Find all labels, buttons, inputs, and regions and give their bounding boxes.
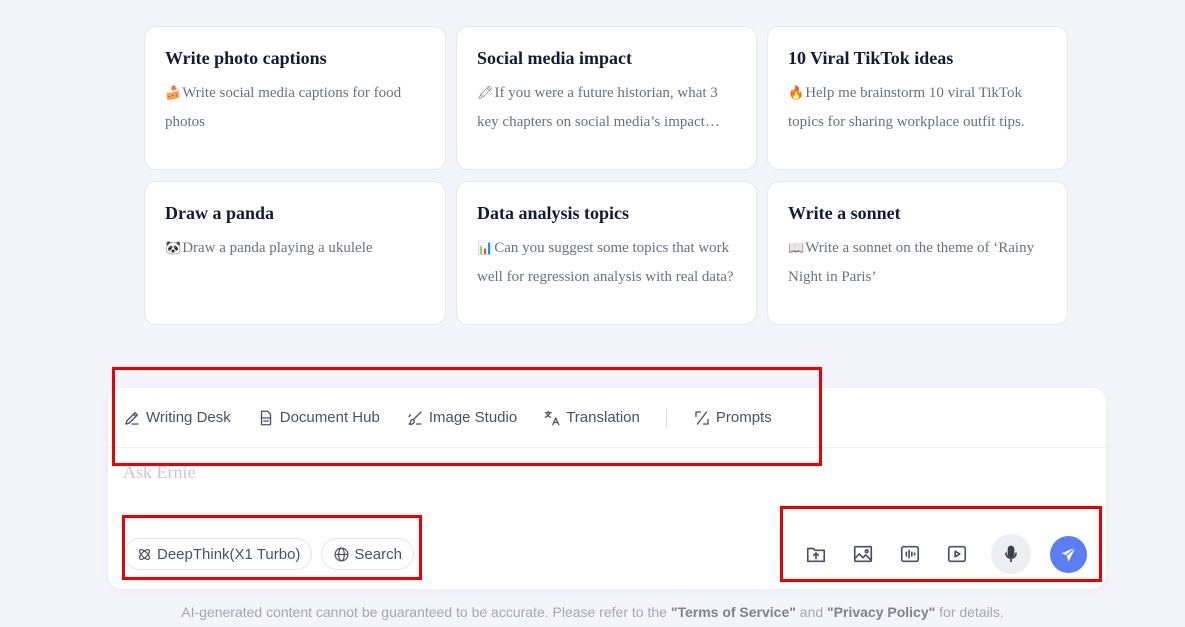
suggestion-card-tiktok-ideas[interactable]: 10 Viral TikTok ideas 🔥Help me brainstor… [767,26,1068,170]
suggestion-card-draw-panda[interactable]: Draw a panda 🐼Draw a panda playing a uku… [144,181,446,325]
privacy-policy-link[interactable]: "Privacy Policy" [827,604,935,620]
card-title: Write a sonnet [788,203,901,223]
cake-icon: 🍰 [165,86,182,101]
suggestion-card-social-media-impact[interactable]: Social media impact 🖍If you were a futur… [456,26,757,170]
disclaimer-tail: for details. [935,604,1004,620]
translate-icon [544,410,560,425]
card-text: Help me brainstorm 10 viral TikTok topic… [788,85,1025,130]
disclaimer-text: AI-generated content cannot be guarantee… [181,604,671,620]
card-text: Can you suggest some topics that work we… [477,240,734,285]
document-hub-button[interactable]: Document Hub [257,404,380,432]
card-title: 10 Viral TikTok ideas [788,48,954,68]
prompts-button[interactable]: Prompts [693,404,772,432]
pen-icon [125,411,139,425]
audio-wave-icon [900,545,920,563]
document-hub-label: Document Hub [279,409,380,426]
bar-chart-icon: 📊 [477,241,494,256]
suggestion-cards: Write photo captions 🍰Write social media… [144,26,1069,325]
suggestion-card-sonnet[interactable]: Write a sonnet 📖Write a sonnet on the th… [767,181,1068,325]
card-text: If you were a future historian, what 3 k… [477,85,718,130]
video-button[interactable] [944,541,970,567]
prompts-label: Prompts [715,409,772,426]
mode-buttons: DeepThink(X1 Turbo) Search [124,538,423,570]
translation-label: Translation [566,409,640,426]
card-text: Draw a panda playing a ukulele [182,240,373,256]
card-text: Write social media captions for food pho… [165,85,402,130]
microphone-button[interactable] [991,534,1031,574]
translation-button[interactable]: Translation [543,404,640,432]
image-studio-button[interactable]: Image Studio [406,404,517,432]
send-icon [1061,546,1077,562]
card-description: 🍰Write social media captions for food ph… [165,79,425,136]
microphone-icon [1005,545,1017,563]
image-studio-label: Image Studio [428,409,518,426]
terms-of-service-link[interactable]: "Terms of Service" [671,604,796,620]
disclaimer: AI-generated content cannot be guarantee… [0,604,1185,620]
upload-image-button[interactable] [850,541,876,567]
deepthink-button[interactable]: DeepThink(X1 Turbo) [124,538,313,570]
deepthink-icon [138,548,151,560]
deepthink-label: DeepThink(X1 Turbo) [157,545,301,563]
disclaimer-and: and [795,604,828,620]
send-button[interactable] [1050,535,1087,573]
action-buttons [803,534,1087,574]
card-description: 📊Can you suggest some topics that work w… [477,234,736,291]
card-description: 📖Write a sonnet on the theme of ‘Rainy N… [788,234,1047,291]
upload-file-icon [806,547,826,563]
brush-icon [408,410,422,425]
card-text: Write a sonnet on the theme of ‘Rainy Ni… [788,240,1035,285]
prompts-icon [695,410,709,425]
image-icon [853,545,873,563]
card-title: Social media impact [477,48,632,68]
card-description: 🐼Draw a panda playing a ukulele [165,234,425,263]
globe-icon [334,547,349,561]
tool-divider [665,408,667,427]
search-label: Search [354,545,402,563]
ask-input[interactable] [123,460,1083,484]
card-title: Data analysis topics [477,203,630,223]
book-icon: 📖 [788,241,805,256]
document-icon [260,410,271,425]
panda-icon: 🐼 [165,241,182,256]
search-button[interactable]: Search [321,538,414,570]
chat-composer: Writing Desk Document Hub Image Studio T… [108,388,1106,589]
card-title: Write photo captions [165,48,327,68]
card-title: Draw a panda [165,203,275,223]
upload-file-button[interactable] [803,541,829,567]
card-description: 🖍If you were a future historian, what 3 … [477,79,736,136]
fire-icon: 🔥 [788,86,805,101]
audio-button[interactable] [897,541,923,567]
crayon-icon: 🖍 [477,86,494,101]
tool-bar: Writing Desk Document Hub Image Studio T… [108,388,1106,448]
video-play-icon [947,545,967,563]
writing-desk-button[interactable]: Writing Desk [123,404,231,432]
writing-desk-label: Writing Desk [146,409,231,426]
chat-home-page: Write photo captions 🍰Write social media… [0,0,1185,627]
suggestion-card-data-analysis[interactable]: Data analysis topics 📊Can you suggest so… [456,181,757,325]
suggestion-card-photo-captions[interactable]: Write photo captions 🍰Write social media… [144,26,446,170]
card-description: 🔥Help me brainstorm 10 viral TikTok topi… [788,79,1047,136]
